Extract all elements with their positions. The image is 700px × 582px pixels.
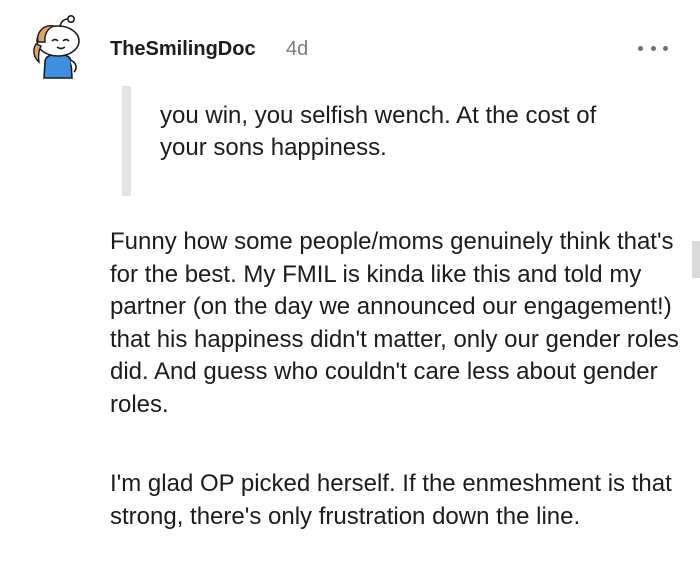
scrollbar-thumb[interactable] <box>692 241 700 278</box>
more-options-icon[interactable] <box>638 34 668 62</box>
quote-bar <box>122 86 131 196</box>
snoo-avatar-icon[interactable] <box>30 14 86 80</box>
comment-paragraph: I'm glad OP picked herself. If the enmes… <box>110 470 672 530</box>
more-dot <box>663 45 668 51</box>
comment: TheSmilingDoc 4d you win, you selfish we… <box>0 0 700 582</box>
more-dot <box>638 45 643 51</box>
quoted-text: you win, you selfish wench. At the cost … <box>160 102 597 161</box>
more-dot <box>650 45 656 51</box>
comment-author[interactable]: TheSmilingDoc <box>110 37 256 61</box>
comment-timestamp: 4d <box>286 38 309 60</box>
comment-paragraph: Funny how some people/moms genuinely thi… <box>110 228 679 418</box>
